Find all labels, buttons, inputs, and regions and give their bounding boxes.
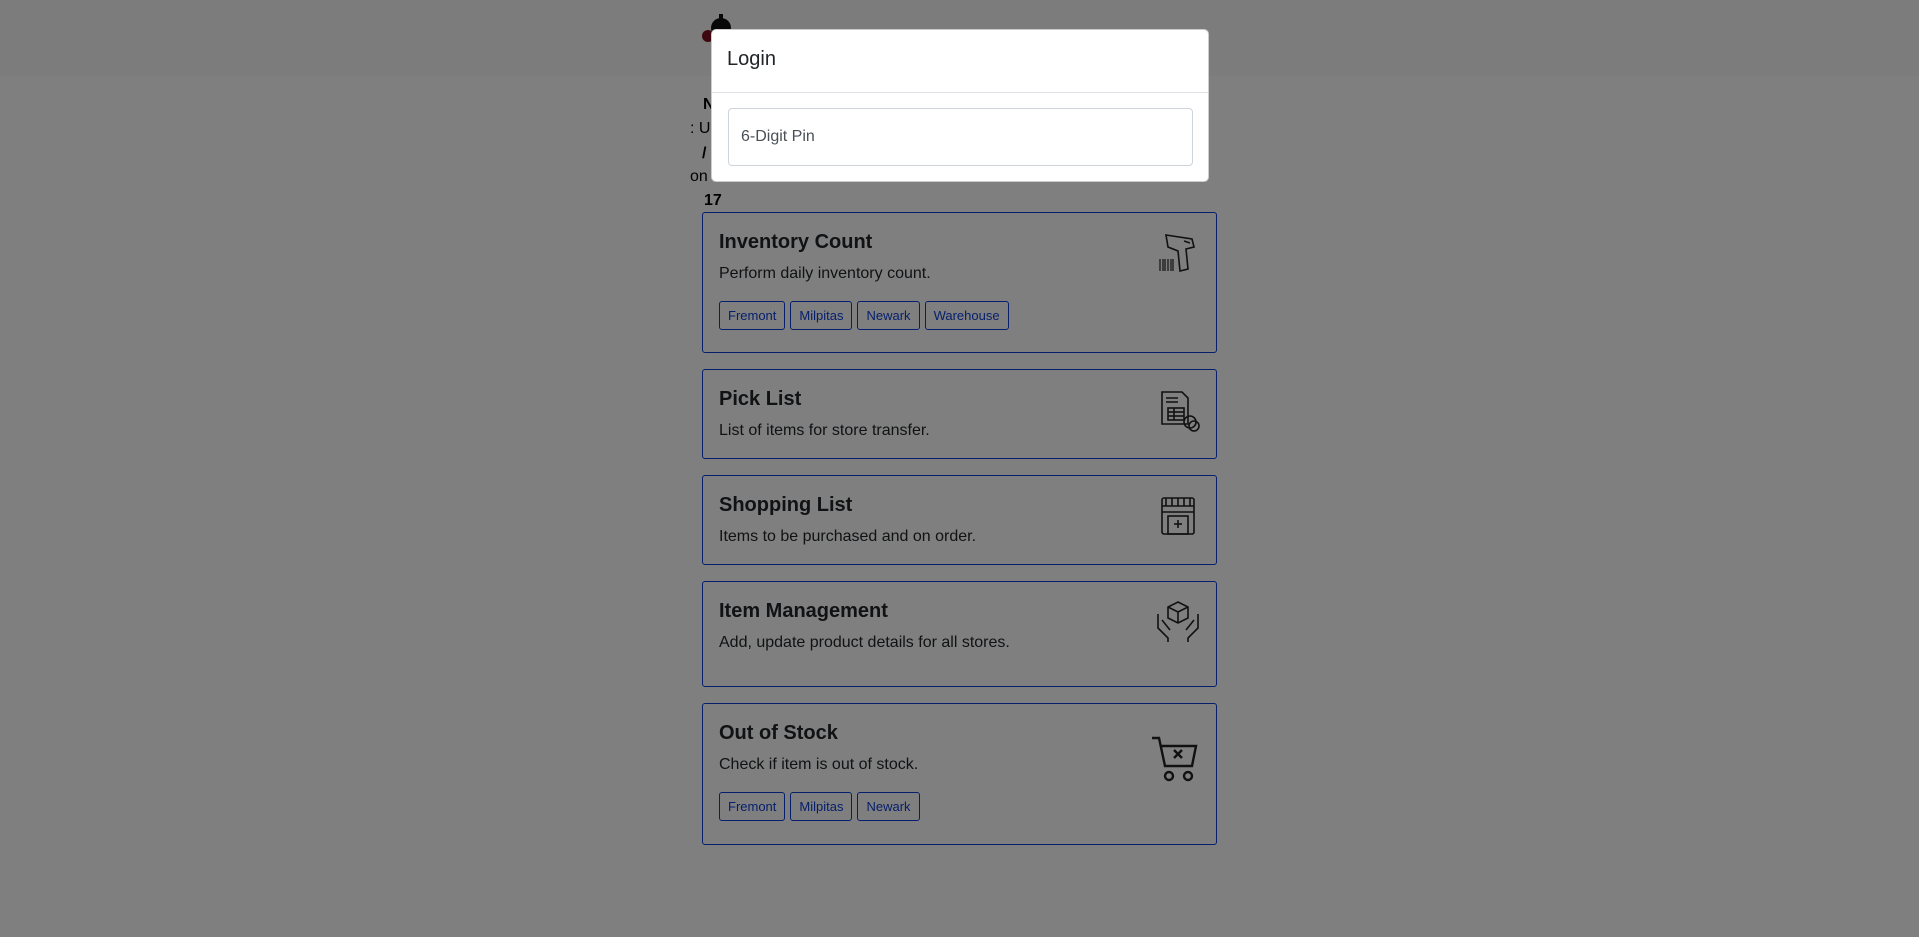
modal-header: Login <box>712 30 1208 93</box>
modal-title: Login <box>727 48 776 70</box>
login-modal: Login <box>711 29 1209 182</box>
pin-input[interactable] <box>728 108 1193 166</box>
